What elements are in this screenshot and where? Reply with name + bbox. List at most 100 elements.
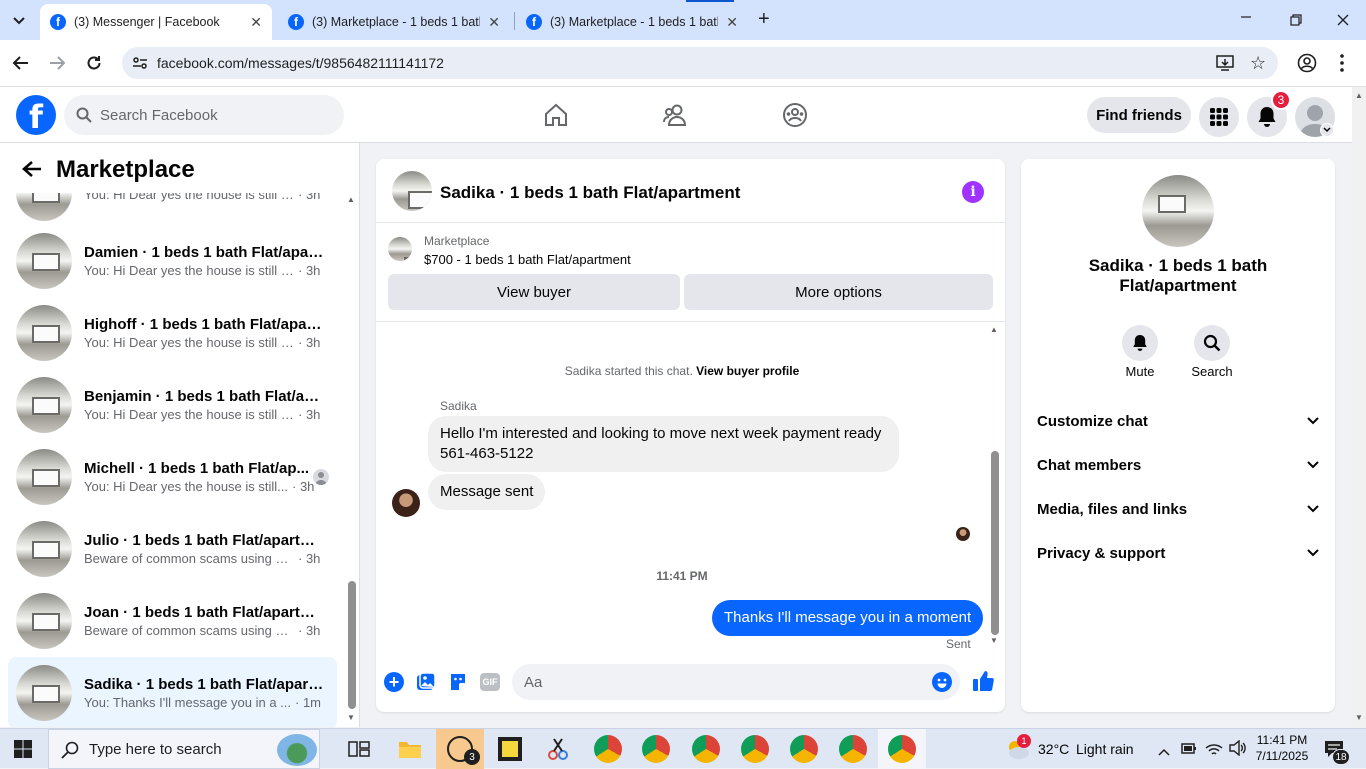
url-text[interactable]: facebook.com/messages/t/9856482111141172	[157, 55, 444, 71]
network-icon[interactable]	[1205, 740, 1223, 759]
add-attachment-icon[interactable]: +	[384, 672, 404, 692]
listing-thumbnail	[16, 305, 72, 361]
chrome-profile-5-icon[interactable]	[790, 735, 818, 763]
tab-messenger[interactable]: f (3) Messenger | Facebook ✕	[40, 4, 272, 40]
close-tab-icon[interactable]: ✕	[488, 14, 500, 31]
sidebar-header: Marketplace	[0, 143, 359, 193]
conversation-item[interactable]: Benjamin · 1 beds 1 bath Flat/ap... You:…	[8, 371, 337, 439]
tab-search-chevron-icon[interactable]	[8, 10, 30, 32]
facebook-logo-icon[interactable]: f	[16, 95, 56, 135]
taskbar-clock[interactable]: 11:41 PM 7/11/2025	[1252, 732, 1312, 764]
info-listing-avatar[interactable]	[1142, 175, 1214, 247]
page-scrollbar[interactable]: ▲ ▼	[1352, 87, 1366, 728]
emoji-icon[interactable]	[932, 672, 952, 692]
incoming-message-bubble[interactable]: Message sent	[428, 474, 546, 510]
sender-avatar[interactable]	[392, 489, 420, 517]
menu-grid-icon[interactable]	[1199, 97, 1239, 137]
conversation-time: · 3h	[298, 623, 321, 638]
new-tab-button[interactable]: +	[758, 8, 770, 31]
gif-icon[interactable]: GIF	[480, 673, 500, 691]
scroll-up-arrow-icon[interactable]: ▲	[1355, 91, 1363, 100]
customize-chat-section[interactable]: Customize chat	[1037, 401, 1319, 441]
incoming-message-bubble[interactable]: Hello I'm interested and looking to move…	[428, 416, 899, 472]
listing-title[interactable]: $700 - 1 beds 1 bath Flat/apartment	[424, 252, 631, 267]
battery-icon[interactable]	[1181, 741, 1197, 758]
snipping-tool-icon[interactable]	[546, 737, 570, 761]
sidebar-scrollbar[interactable]: ▲ ▼	[344, 193, 358, 727]
facebook-search-input[interactable]: Search Facebook	[64, 95, 344, 135]
chrome-active-taskbar-button[interactable]	[878, 729, 926, 769]
taskbar-search-input[interactable]: Type here to search	[48, 729, 320, 769]
back-arrow-icon[interactable]	[22, 160, 42, 181]
more-options-button[interactable]: More options	[684, 274, 993, 310]
conversation-item[interactable]: Michell · 1 beds 1 bath Flat/ap... You: …	[8, 443, 337, 511]
chat-scrollbar[interactable]: ▲ ▼	[989, 325, 1001, 649]
whatsapp-taskbar-button[interactable]: 3	[436, 729, 484, 769]
message-input[interactable]: Aa	[512, 664, 960, 700]
chrome-profile-4-icon[interactable]	[741, 735, 769, 763]
groups-icon[interactable]	[779, 99, 811, 131]
scrollbar-thumb[interactable]	[348, 581, 356, 709]
scroll-down-arrow-icon[interactable]: ▼	[347, 713, 355, 722]
tab-marketplace-2[interactable]: f (3) Marketplace - 1 beds 1 bath ✕	[516, 4, 748, 40]
volume-icon[interactable]	[1229, 739, 1247, 759]
conversation-item[interactable]: Joan · 1 beds 1 bath Flat/apartm... Bewa…	[8, 587, 337, 655]
privacy-support-section[interactable]: Privacy & support	[1037, 533, 1319, 573]
close-tab-icon[interactable]: ✕	[726, 14, 738, 31]
restore-window-icon[interactable]	[1290, 13, 1302, 29]
close-tab-icon[interactable]: ✕	[250, 14, 262, 31]
mute-button[interactable]	[1122, 325, 1158, 361]
media-files-links-section[interactable]: Media, files and links	[1037, 489, 1319, 529]
minimize-window-icon[interactable]	[1240, 10, 1252, 26]
chrome-profile-6-icon[interactable]	[839, 735, 867, 763]
show-hidden-icons-chevron-icon[interactable]	[1158, 743, 1170, 759]
browser-menu-icon[interactable]	[1340, 54, 1344, 75]
home-icon[interactable]	[540, 99, 572, 131]
attach-photo-icon[interactable]	[416, 672, 436, 695]
close-window-icon[interactable]	[1337, 13, 1349, 29]
conversation-item[interactable]: Julio · 1 beds 1 bath Flat/apartm... Bew…	[8, 515, 337, 583]
file-explorer-icon[interactable]	[398, 738, 422, 763]
sticky-notes-icon[interactable]	[498, 737, 522, 761]
scroll-up-arrow-icon[interactable]: ▲	[347, 195, 355, 204]
chrome-profile-2-icon[interactable]	[642, 735, 670, 763]
install-app-icon[interactable]	[1216, 54, 1234, 75]
clock-time: 11:41 PM	[1256, 733, 1308, 747]
conversation-name: Highoff · 1 beds 1 bath Flat/apar...	[84, 316, 324, 333]
chat-members-section[interactable]: Chat members	[1037, 445, 1319, 485]
site-settings-icon[interactable]	[132, 55, 148, 74]
conversation-item[interactable]: Damien · 1 beds 1 bath Flat/apar... You:…	[8, 227, 337, 295]
scroll-down-arrow-icon[interactable]: ▼	[990, 636, 998, 645]
account-chevron-icon[interactable]	[1320, 123, 1334, 137]
windows-start-icon[interactable]	[14, 740, 32, 761]
conversation-item[interactable]: Highoff · 1 beds 1 bath Flat/apar... You…	[8, 299, 337, 367]
scroll-up-arrow-icon[interactable]: ▲	[990, 325, 998, 334]
tab-loading-indicator	[686, 0, 734, 2]
view-buyer-profile-link[interactable]: View buyer profile	[696, 364, 799, 378]
weather-temp[interactable]: 32°C	[1038, 741, 1069, 757]
view-buyer-button[interactable]: View buyer	[388, 274, 680, 310]
chat-listing-avatar[interactable]	[392, 171, 432, 211]
bookmark-star-icon[interactable]: ☆	[1250, 53, 1266, 74]
conversation-info-icon[interactable]: i	[962, 181, 984, 203]
tab-marketplace-1[interactable]: f (3) Marketplace - 1 beds 1 bath ✕	[278, 4, 510, 40]
find-friends-button[interactable]: Find friends	[1087, 97, 1191, 133]
scrollbar-thumb[interactable]	[991, 451, 999, 635]
conversation-time: · 3h	[292, 479, 315, 494]
task-view-icon[interactable]	[348, 740, 370, 761]
chrome-profile-1-icon[interactable]	[594, 735, 622, 763]
address-bar[interactable]: facebook.com/messages/t/9856482111141172…	[122, 47, 1278, 79]
weather-desc[interactable]: Light rain	[1076, 741, 1134, 757]
chrome-profile-3-icon[interactable]	[692, 735, 720, 763]
search-in-chat-button[interactable]	[1194, 325, 1230, 361]
friends-icon[interactable]	[660, 99, 692, 131]
sticker-icon[interactable]	[448, 672, 468, 695]
like-thumbs-up-icon[interactable]	[972, 670, 994, 695]
back-icon[interactable]	[12, 54, 30, 75]
conversation-item-selected[interactable]: Sadika · 1 beds 1 bath Flat/apart... You…	[8, 657, 337, 727]
reload-icon[interactable]	[85, 54, 103, 75]
chat-title[interactable]: Sadika · 1 beds 1 bath Flat/apartment	[440, 183, 740, 203]
outgoing-message-bubble[interactable]: Thanks I'll message you in a moment	[712, 600, 984, 636]
scroll-down-arrow-icon[interactable]: ▼	[1355, 713, 1363, 722]
profile-icon[interactable]	[1297, 53, 1317, 76]
